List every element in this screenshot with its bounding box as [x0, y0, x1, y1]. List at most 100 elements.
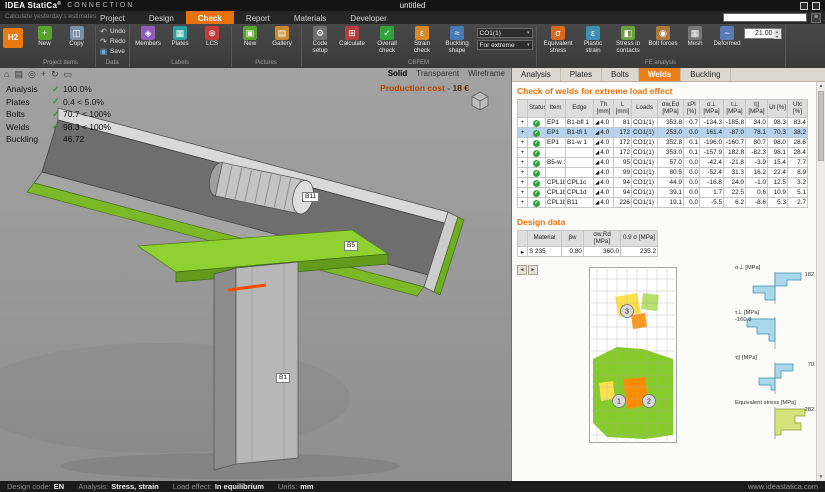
weld-table-row[interactable]: + ✓ CPL1b B11 ◢4.0 226 CO1(1) 19.1 0.0 -… [518, 198, 808, 208]
copy-label: Copy [69, 41, 83, 48]
copy-item-button[interactable]: ◫ Copy [61, 26, 92, 48]
load-combination-select[interactable]: CO1(1) ▾ [477, 28, 533, 38]
gallery-button[interactable]: ▤ Gallery [267, 26, 298, 48]
cell-length: 226 [614, 198, 632, 208]
overall-check-button[interactable]: ✓ Overall check [369, 26, 406, 54]
tab-plates[interactable]: Plates [561, 68, 602, 81]
scroll-down-icon[interactable]: ▼ [817, 473, 825, 481]
weld-table-row[interactable]: + ✓ EP1 B1-bfl 1 ◢4.0 81 CO1(1) 353.8 0.… [518, 118, 808, 128]
tab-design[interactable]: Design [137, 11, 186, 24]
row-expand-button[interactable]: + [518, 188, 528, 198]
cell-th: ◢4.0 [594, 198, 614, 208]
design-data-table: Material βw σw,Rd [MPa] 0.9 σ [MPa] ▸ S … [517, 230, 658, 257]
check-summary-row: Welds ✓ 98.3 < 100% [6, 121, 111, 134]
zoom-fit-icon[interactable]: ◎ [28, 69, 36, 80]
weld-table-row[interactable]: + ✓ B5-w 1 ◢4.0 95 CO1(1) 57.0 0.0 -42.4 [518, 158, 808, 168]
window-button-close[interactable] [812, 2, 820, 10]
undo-button[interactable]: ↶ Undo [99, 26, 126, 36]
members-labels-button[interactable]: ◈ Members [133, 26, 164, 48]
cell-th: ◢4.0 [594, 148, 614, 158]
window-button-account[interactable] [800, 2, 808, 10]
website-link[interactable]: www.ideastatica.com [748, 482, 818, 491]
code-setup-button[interactable]: ⚙ Code setup [305, 26, 336, 54]
cell-eps-pl: 0.0 [684, 128, 700, 138]
deformed-button[interactable]: ~ Deformed [712, 26, 743, 48]
prev-weld-button[interactable]: ◄ [517, 265, 527, 275]
buckling-shape-button[interactable]: ≈ Buckling shape [439, 26, 476, 54]
rotate-icon[interactable]: ↻ [51, 69, 59, 80]
search-input[interactable] [724, 14, 819, 22]
tab-buckling[interactable]: Buckling [681, 68, 730, 81]
weld-table-row[interactable]: + ✓ EP1 B1-tfl 1 ◢4.0 172 CO1(1) 253.0 0… [518, 128, 808, 138]
home-icon[interactable]: ⌂ [4, 69, 9, 80]
cell-tau-par: 34.0 [746, 118, 768, 128]
deformed-scale-stepper[interactable]: 21.00 ▴ ▾ [744, 28, 782, 39]
item-badge[interactable]: H2 [3, 28, 23, 48]
scrollbar-thumb[interactable] [818, 91, 824, 161]
view-cube[interactable] [469, 90, 491, 112]
weld-table-row[interactable]: + ✓ CPL1b CPL1d ◢4.0 94 CO1(1) 39.1 0.0 … [518, 188, 808, 198]
cell-length: 95 [614, 158, 632, 168]
new-picture-button[interactable]: ▣ New [235, 26, 266, 48]
pan-icon[interactable]: + [41, 69, 46, 80]
panel-scrollbar[interactable]: ▲ ▼ [816, 82, 825, 481]
row-expand-button[interactable]: + [518, 128, 528, 138]
cell-tau-perp: 22.5 [724, 188, 746, 198]
plates-labels-button[interactable]: ▦ Plates [165, 26, 196, 48]
row-status-cell: ✓ [528, 138, 546, 148]
design-data-row[interactable]: ▸ S 235 0.80 360.0 235.2 [518, 247, 658, 257]
extreme-filter-select[interactable]: For extreme ▾ [477, 40, 533, 50]
save-button[interactable]: ▣ Save [99, 46, 126, 56]
extreme-filter-value: For extreme [480, 42, 515, 49]
tab-developer[interactable]: Developer [338, 11, 398, 24]
tab-analysis[interactable]: Analysis [512, 68, 561, 81]
weld-table-row[interactable]: + ✓ ◢4.0 172 CO1(1) 353.0 0.1 -157.9 1 [518, 148, 808, 158]
deformed-label: Deformed [713, 41, 740, 48]
design-table-header: Material βw σw,Rd [MPa] 0.9 σ [MPa] [518, 231, 658, 247]
view-mode-transparent[interactable]: Transparent [416, 69, 459, 78]
row-expand-button[interactable]: + [518, 138, 528, 148]
redo-button[interactable]: ↷ Redo [99, 36, 126, 46]
next-weld-button[interactable]: ► [528, 265, 538, 275]
equivalent-stress-button[interactable]: σ Equivalent stress [540, 26, 577, 54]
tab-check[interactable]: Check [186, 11, 234, 24]
weld-table-row[interactable]: + ✓ EP1 B1-w 1 ◢4.0 172 CO1(1) 352.8 0.1… [518, 138, 808, 148]
plastic-strain-button[interactable]: ε Plastic strain [578, 26, 609, 54]
tab-bolts[interactable]: Bolts [602, 68, 639, 81]
strain-check-button[interactable]: ε Strain check [407, 26, 438, 54]
cell-eps-pl: 0.0 [684, 158, 700, 168]
new-item-button[interactable]: + New [29, 26, 60, 48]
weld-table-row[interactable]: + ✓ ◢4.0 99 CO1(1) 80.5 0.0 -52.4 31.3 [518, 168, 808, 178]
stepper-down-icon[interactable]: ▾ [774, 34, 781, 39]
tab-report[interactable]: Report [234, 11, 282, 24]
row-expand-button[interactable]: + [518, 118, 528, 128]
mesh-button[interactable]: ▦ Mesh [680, 26, 711, 48]
stress-in-contacts-button[interactable]: ◧ Stress in contacts [610, 26, 647, 54]
cell-loads: CO1(1) [632, 198, 658, 208]
row-expand-button[interactable]: + [518, 198, 528, 208]
cell-length: 172 [614, 128, 632, 138]
scroll-up-icon[interactable]: ▲ [817, 82, 825, 90]
row-expand-button[interactable]: + [518, 178, 528, 188]
tab-materials[interactable]: Materials [282, 11, 338, 24]
view-mode-solid[interactable]: Solid [388, 69, 408, 78]
load-effect-item: Load effect:In equilibrium [173, 482, 264, 491]
row-status-cell: ✓ [528, 178, 546, 188]
lcs-button[interactable]: ⊕ LCS [197, 26, 228, 48]
comment-icon[interactable]: ▭ [64, 69, 73, 80]
col-tau-perp: τ⊥ [MPa] [724, 100, 746, 118]
cell-loads: CO1(1) [632, 128, 658, 138]
weld-table-row[interactable]: + ✓ CPL1b CPL1c ◢4.0 94 CO1(1) 44.9 0.0 … [518, 178, 808, 188]
row-expand-button[interactable]: + [518, 168, 528, 178]
bolt-forces-button[interactable]: ◉ Bolt forces [648, 26, 679, 48]
tab-welds[interactable]: Welds [639, 68, 681, 81]
views-icon[interactable]: ▤ [14, 69, 23, 80]
row-expand-button[interactable]: + [518, 158, 528, 168]
cell-th: ◢4.0 [594, 178, 614, 188]
row-expand-button[interactable]: + [518, 148, 528, 158]
view-mode-wireframe[interactable]: Wireframe [468, 69, 505, 78]
viewport-3d[interactable]: ⌂ ▤ ◎ + ↻ ▭ Solid Transparent Wireframe … [0, 68, 511, 481]
calculate-button[interactable]: ⊞ Calculate [337, 26, 368, 48]
cell-sigma-perp: -5.5 [700, 198, 724, 208]
weld-throat-value: 4.0 [600, 189, 609, 196]
